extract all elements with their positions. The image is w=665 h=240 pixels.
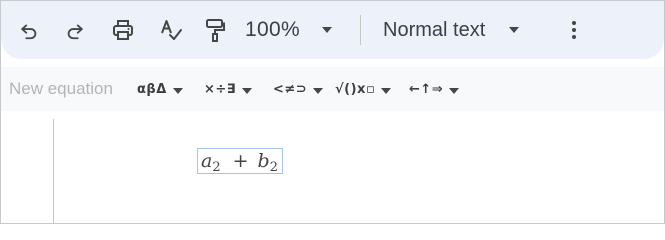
relations-symbols: <≠⊃ (273, 81, 308, 97)
misc-operations-symbols: ×÷∃ (204, 81, 237, 97)
chevron-down-icon (449, 88, 460, 94)
chevron-down-icon (313, 88, 324, 94)
redo-icon (67, 24, 83, 40)
chevron-down-icon (381, 88, 392, 94)
chevron-down-icon (242, 88, 253, 94)
toolbar-divider (360, 15, 361, 45)
redo-button[interactable] (61, 15, 89, 45)
spellcheck-icon (161, 20, 182, 40)
new-equation-button[interactable]: New equation (9, 79, 113, 99)
equation-term2-base: b (257, 150, 270, 172)
math-operations-menu[interactable]: √()x▫ (335, 78, 392, 100)
equation-term2-subscript: 2 (269, 160, 278, 175)
equation-box[interactable]: a2 + b2 (197, 148, 283, 174)
arrows-menu[interactable]: ←↑⇒ (409, 78, 460, 100)
arrows-symbols: ←↑⇒ (409, 81, 444, 97)
print-button[interactable] (109, 15, 137, 45)
docs-editor-frame: 100% Normal text New equation αβΔ ×÷∃ <≠… (0, 0, 665, 224)
equation-operator: + (232, 150, 249, 172)
undo-icon (21, 24, 37, 40)
chevron-down-icon (509, 27, 520, 33)
equation-toolbar: New equation αβΔ ×÷∃ <≠⊃ √()x▫ ←↑⇒ (1, 67, 664, 111)
equation-term1-base: a (201, 150, 213, 172)
relations-menu[interactable]: <≠⊃ (273, 78, 324, 100)
greek-letters-symbols: αβΔ (137, 81, 167, 97)
misc-operations-menu[interactable]: ×÷∃ (204, 78, 253, 100)
paint-format-icon (206, 19, 225, 42)
more-vert-icon (572, 21, 576, 25)
chevron-down-icon (321, 27, 332, 33)
print-icon (113, 20, 133, 40)
paint-format-button[interactable] (201, 15, 229, 45)
page-left-margin (53, 119, 54, 223)
main-toolbar: 100% Normal text (1, 1, 664, 59)
math-operations-symbols: √()x▫ (335, 81, 376, 97)
spellcheck-button[interactable] (157, 15, 185, 45)
paragraph-style-select[interactable]: Normal text (383, 15, 520, 45)
zoom-value: 100% (245, 18, 300, 41)
equation-term1-subscript: 2 (212, 160, 221, 175)
zoom-select[interactable]: 100% (245, 15, 332, 45)
paragraph-style-value: Normal text (383, 18, 486, 41)
more-options-button[interactable] (564, 15, 584, 45)
undo-button[interactable] (15, 15, 43, 45)
chevron-down-icon (172, 88, 183, 94)
greek-letters-menu[interactable]: αβΔ (137, 78, 183, 100)
